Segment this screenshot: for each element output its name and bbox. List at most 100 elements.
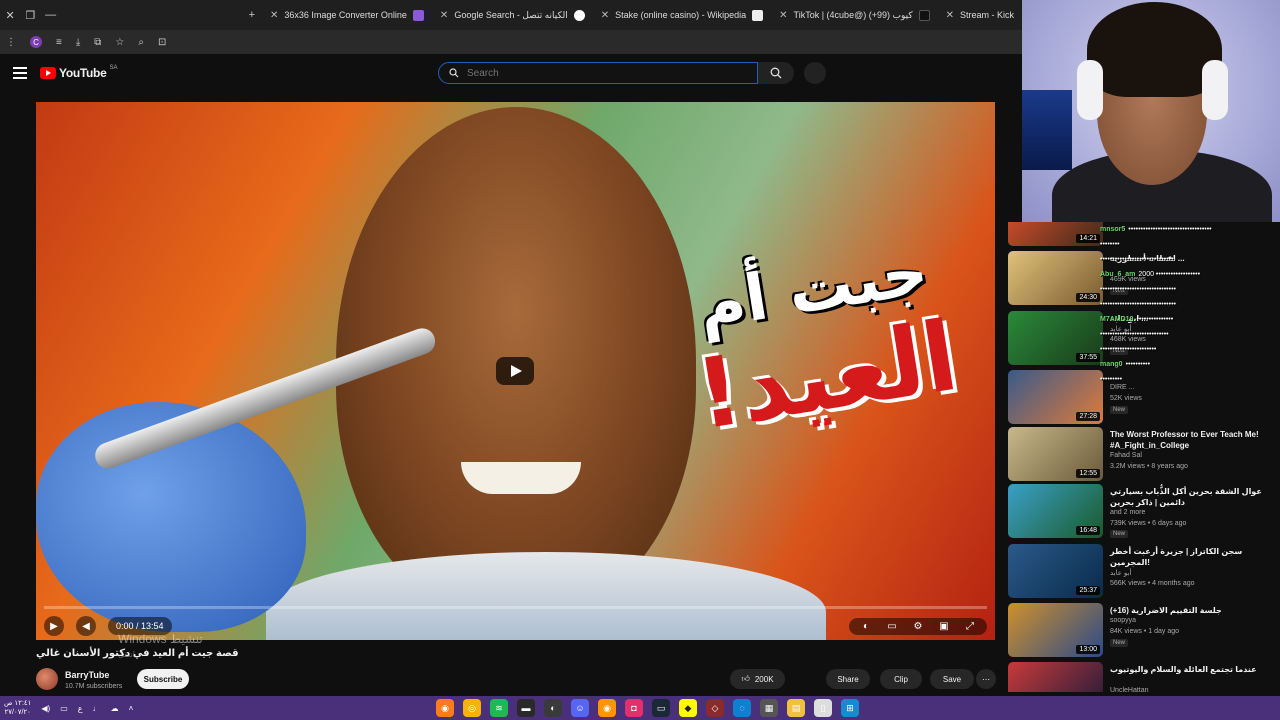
language-indicator[interactable]: ع xyxy=(78,704,83,713)
steam-icon[interactable]: ▭ xyxy=(652,699,670,717)
cloud-icon[interactable]: ☁ xyxy=(111,704,119,713)
minimize-window-button[interactable]: — xyxy=(41,9,61,21)
fullscreen-icon[interactable]: ⤢ xyxy=(961,621,979,632)
video-title[interactable]: عندما تجتمع العائلة والسلام واليوتيوب xyxy=(1110,664,1275,675)
close-tab-icon[interactable]: ✕ xyxy=(601,10,609,21)
bookmark-star-icon[interactable]: ☆ xyxy=(115,37,124,48)
recommended-video[interactable]: 16:48 عوال الشقة بحرين أكل الذُّباب بسيار… xyxy=(1008,484,1278,540)
volume-tray-icon[interactable]: ◀) xyxy=(41,704,50,713)
close-tab-icon[interactable]: ✕ xyxy=(779,10,787,21)
obs-icon[interactable]: ◐ xyxy=(544,699,562,717)
close-window-button[interactable]: ✕ xyxy=(0,9,20,22)
firefox-dev-icon[interactable]: ◉ xyxy=(598,699,616,717)
video-channel[interactable]: أبو عابد xyxy=(1110,569,1131,577)
captions-icon[interactable]: ▭ xyxy=(883,621,901,632)
thumbs-up-icon: 👍︎ xyxy=(741,674,750,683)
video-thumbnail[interactable]: 16:48 xyxy=(1008,484,1103,538)
channel-avatar[interactable] xyxy=(36,668,58,690)
more-menu-icon[interactable]: ⋮ xyxy=(6,37,16,48)
chat-text: ••••••••••••••••••••••••••••••• xyxy=(1100,286,1176,293)
autoplay-toggle[interactable]: ◐ xyxy=(857,621,875,632)
chevron-up-icon[interactable]: ˄ xyxy=(129,704,134,713)
video-title[interactable]: سجن الكاتراز | جزيرة أرعبت أخطر المجرمين… xyxy=(1110,546,1275,568)
more-actions-button[interactable]: ⋯ xyxy=(976,669,996,689)
video-thumbnail[interactable]: 24:30 xyxy=(1008,251,1103,305)
video-title[interactable]: جلسة التقييم الاضرارية (16+) xyxy=(1110,605,1275,616)
davinci-icon[interactable]: ◇ xyxy=(706,699,724,717)
discord-icon[interactable]: ☺ xyxy=(571,699,589,717)
mic-icon[interactable]: ♩ xyxy=(93,704,101,713)
settings-gear-icon[interactable]: ⚙ xyxy=(909,621,927,632)
start-icon[interactable]: ⊞ xyxy=(841,699,859,717)
terminal-icon[interactable]: ▬ xyxy=(517,699,535,717)
tiktok-favicon-icon xyxy=(918,9,930,21)
notepad-icon[interactable]: ▯ xyxy=(814,699,832,717)
chrome-icon[interactable]: ◎ xyxy=(463,699,481,717)
subscribe-button[interactable]: Subscribe xyxy=(137,669,189,689)
like-button[interactable]: 👍︎ 200K xyxy=(730,669,785,689)
new-tab-button[interactable]: + xyxy=(242,9,262,21)
channel-name[interactable]: BarryTube xyxy=(65,670,109,680)
video-thumbnail[interactable]: 12:55 xyxy=(1008,427,1103,481)
tab-title: Google Search - الكيانه تتصل xyxy=(454,9,568,20)
tab-title: 36x36 Image Converter Online xyxy=(284,10,407,20)
save-button[interactable]: Save xyxy=(930,669,974,689)
recommended-video[interactable]: 13:00 جلسة التقييم الاضرارية (16+) soopyya… xyxy=(1008,603,1278,659)
restore-window-button[interactable]: ❐ xyxy=(20,9,40,22)
snapchat-icon[interactable]: ◆ xyxy=(679,699,697,717)
zoom-icon[interactable]: ⌕ xyxy=(138,37,144,48)
tab-kick-stream[interactable]: ✕ Stream - Kick xyxy=(938,0,1022,30)
search-input[interactable] xyxy=(467,67,737,79)
spotify-icon[interactable]: ≋ xyxy=(490,699,508,717)
video-thumbnail[interactable] xyxy=(1008,662,1103,692)
video-channel[interactable]: UncleHattan xyxy=(1110,687,1149,692)
video-thumbnail[interactable]: 37:55 xyxy=(1008,311,1103,365)
recommended-video[interactable]: 12:55 The Worst Professor to Ever Teach M… xyxy=(1008,427,1278,483)
extensions-icon[interactable]: ⧉ xyxy=(94,37,101,48)
video-thumbnail[interactable]: 27:28 xyxy=(1008,370,1103,424)
video-thumbnail[interactable]: 13:00 xyxy=(1008,603,1103,657)
close-tab-icon[interactable]: ✕ xyxy=(270,10,278,21)
close-tab-icon[interactable]: ✕ xyxy=(946,10,954,21)
youtube-logo[interactable]: YouTube SA xyxy=(40,65,117,80)
instagram-icon[interactable]: ◘ xyxy=(625,699,643,717)
hamburger-menu-icon[interactable] xyxy=(13,67,27,79)
search-button[interactable] xyxy=(758,62,794,84)
tab-image-converter[interactable]: ✕ 36x36 Image Converter Online xyxy=(262,0,432,30)
tab-wikipedia[interactable]: ✕ Stake (online casino) - Wikipedia xyxy=(593,0,771,30)
voice-search-button[interactable] xyxy=(804,62,826,84)
video-channel[interactable]: Fahad Sal xyxy=(1110,452,1142,459)
close-tab-icon[interactable]: ✕ xyxy=(440,10,448,21)
tab-google-search[interactable]: ✕ Google Search - الكيانه تتصل xyxy=(432,0,593,30)
video-channel[interactable]: and 2 more xyxy=(1110,509,1145,516)
clock[interactable]: ١٢:٤١ ص ٢٧/٠٧/٢٠ xyxy=(4,699,31,717)
download-icon[interactable]: ⤓ xyxy=(76,37,80,48)
recommended-video[interactable]: عندما تجتمع العائلة والسلام واليوتيوب Unc… xyxy=(1008,662,1278,692)
volume-icon[interactable]: ◀ xyxy=(76,616,96,636)
search-box[interactable] xyxy=(438,62,758,84)
progress-bar[interactable] xyxy=(44,606,987,609)
edge-icon[interactable]: ◌ xyxy=(733,699,751,717)
extension-icon[interactable]: C xyxy=(30,36,42,48)
translate-icon[interactable]: ⊡ xyxy=(158,37,166,48)
video-title[interactable]: عوال الشقة بحرين أكل الذُّباب بسيارتي دا… xyxy=(1110,486,1275,508)
youtube-header: YouTube SA xyxy=(0,54,1022,94)
video-thumbnail[interactable]: 14:21 xyxy=(1008,222,1103,246)
big-play-button[interactable] xyxy=(496,357,534,385)
reader-icon[interactable]: ≡ xyxy=(56,37,62,48)
explorer-icon[interactable]: ▤ xyxy=(787,699,805,717)
theater-mode-icon[interactable]: ▣ xyxy=(935,621,953,632)
play-button[interactable]: ▶ xyxy=(44,616,64,636)
clip-button[interactable]: Clip xyxy=(880,669,922,689)
video-player[interactable]: جبت أم العيد! ▶ ◀ 0:00 / 13:54 ◐ ▭ ⚙ ▣ ⤢ xyxy=(36,102,995,640)
calculator-icon[interactable]: ▦ xyxy=(760,699,778,717)
video-channel[interactable]: soopyya xyxy=(1110,617,1136,624)
tab-tiktok[interactable]: ✕ TikTok | (4cube@) كيوب (99+) xyxy=(771,0,937,30)
recommended-video[interactable]: 25:37 سجن الكاتراز | جزيرة أرعبت أخطر الم… xyxy=(1008,544,1278,600)
video-thumbnail[interactable]: 25:37 xyxy=(1008,544,1103,598)
video-title[interactable]: The Worst Professor to Ever Teach Me! #A… xyxy=(1110,429,1275,451)
firefox-icon[interactable]: ◉ xyxy=(436,699,454,717)
battery-icon[interactable]: ▭ xyxy=(60,704,68,713)
share-button[interactable]: Share xyxy=(826,669,870,689)
chat-username: M7AMD19 xyxy=(1100,316,1134,323)
